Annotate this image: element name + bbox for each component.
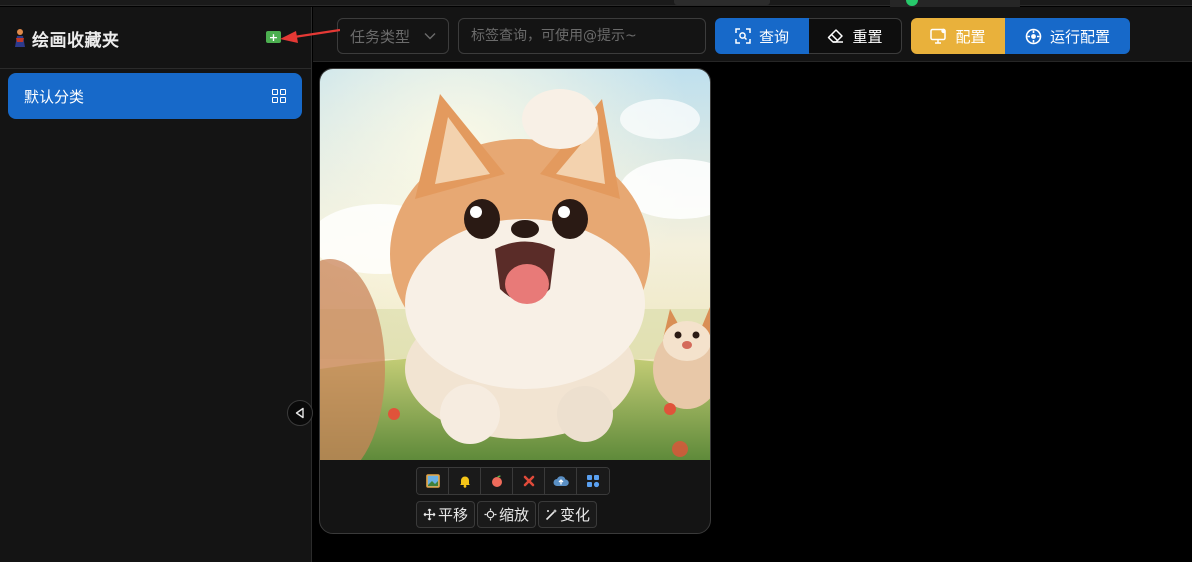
sidebar-title: 绘画收藏夹 xyxy=(12,26,120,51)
query-button[interactable]: 查询 xyxy=(715,18,809,54)
image-card: 平移 缩放 变化 xyxy=(319,68,711,534)
monitor-settings-icon xyxy=(930,28,947,44)
zoom-button[interactable]: 缩放 xyxy=(477,501,537,528)
sidebar-header: 绘画收藏夹 + xyxy=(0,7,312,69)
reset-button[interactable]: 重置 xyxy=(809,18,902,54)
person-icon xyxy=(15,29,25,47)
pan-button[interactable]: 平移 xyxy=(416,501,476,528)
task-type-placeholder: 任务类型 xyxy=(350,27,411,46)
reset-label: 重置 xyxy=(852,27,883,46)
sidebar: 绘画收藏夹 + 默认分类 xyxy=(0,7,313,562)
config-label: 配置 xyxy=(955,27,986,46)
pan-label: 平移 xyxy=(438,506,469,524)
scan-search-icon xyxy=(735,28,751,44)
toolbar: 任务类型 查询 重置 配置 运行配置 xyxy=(313,7,1192,62)
zoom-icon xyxy=(484,508,497,521)
eraser-icon xyxy=(828,29,844,43)
run-config-label: 运行配置 xyxy=(1049,27,1110,46)
card-action-row: 平移 缩放 变化 xyxy=(416,501,598,528)
bell-icon[interactable] xyxy=(449,468,481,494)
chevron-down-icon xyxy=(424,33,436,40)
move-icon xyxy=(423,508,436,521)
dog-illustration[interactable] xyxy=(320,69,711,460)
query-label: 查询 xyxy=(758,27,789,46)
task-type-select[interactable]: 任务类型 xyxy=(337,18,449,54)
cloud-upload-icon[interactable] xyxy=(545,468,577,494)
config-button[interactable]: 配置 xyxy=(911,18,1005,54)
status-dot-icon xyxy=(906,0,918,6)
apps-icon[interactable] xyxy=(577,468,609,494)
tag-search-input[interactable] xyxy=(458,18,706,54)
sidebar-item-label: 默认分类 xyxy=(24,87,85,106)
run-config-button[interactable]: 运行配置 xyxy=(1005,18,1130,54)
vary-button[interactable]: 变化 xyxy=(538,501,598,528)
image-icon[interactable] xyxy=(417,468,449,494)
card-icon-toolbar xyxy=(416,467,610,495)
zoom-label: 缩放 xyxy=(499,506,530,524)
annotation-arrow-icon xyxy=(280,28,340,43)
top-tab-indicator xyxy=(674,0,770,5)
close-icon[interactable] xyxy=(513,468,545,494)
gear-icon xyxy=(1025,28,1042,44)
sidebar-item-default[interactable]: 默认分类 xyxy=(8,73,302,119)
collapse-sidebar-button[interactable] xyxy=(287,400,313,426)
sidebar-title-text: 绘画收藏夹 xyxy=(32,30,120,51)
vary-label: 变化 xyxy=(560,506,591,524)
grid-icon xyxy=(272,89,286,103)
peach-icon[interactable] xyxy=(481,468,513,494)
triangle-left-icon xyxy=(295,407,304,419)
magic-wand-icon xyxy=(545,509,558,521)
